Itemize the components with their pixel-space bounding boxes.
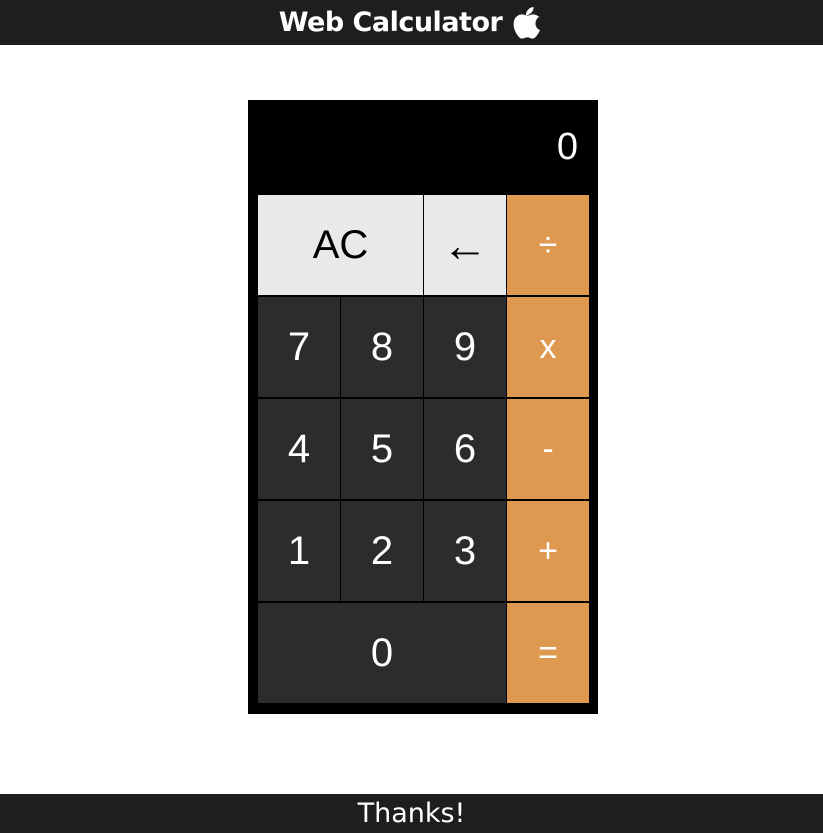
keypad: AC ← ÷ 7 8 9 x 4 5 6 - 1 2 3 + 0 = [258, 195, 589, 704]
digit-3-button[interactable]: 3 [424, 501, 506, 601]
digit-4-button[interactable]: 4 [258, 399, 340, 499]
multiply-button[interactable]: x [507, 297, 589, 397]
digit-6-button[interactable]: 6 [424, 399, 506, 499]
digit-0-button[interactable]: 0 [258, 603, 506, 703]
digit-1-button[interactable]: 1 [258, 501, 340, 601]
footer-text: Thanks! [357, 798, 466, 829]
footer-bar: Thanks! [0, 794, 823, 833]
calculator-display: 0 [556, 126, 578, 168]
digit-5-button[interactable]: 5 [341, 399, 423, 499]
page-title: Web Calculator [278, 7, 503, 38]
calculator: 0 AC ← ÷ 7 8 9 x 4 5 6 - 1 2 3 + 0 = [248, 100, 598, 714]
digit-7-button[interactable]: 7 [258, 297, 340, 397]
add-button[interactable]: + [507, 501, 589, 601]
digit-2-button[interactable]: 2 [341, 501, 423, 601]
backspace-button[interactable]: ← [424, 195, 506, 295]
digit-9-button[interactable]: 9 [424, 297, 506, 397]
clear-button[interactable]: AC [258, 195, 423, 295]
apple-icon [512, 5, 544, 41]
equals-button[interactable]: = [507, 603, 589, 703]
divide-button[interactable]: ÷ [507, 195, 589, 295]
header-bar: Web Calculator [0, 0, 823, 45]
subtract-button[interactable]: - [507, 399, 589, 499]
digit-8-button[interactable]: 8 [341, 297, 423, 397]
